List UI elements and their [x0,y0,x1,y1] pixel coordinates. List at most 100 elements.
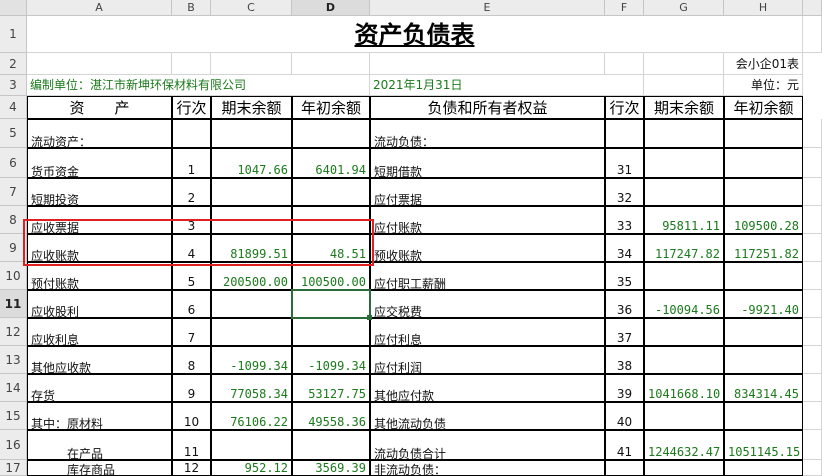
column-header-f[interactable]: F [605,0,644,16]
cell-a16[interactable]: 在产品 [27,430,172,460]
cell-h14[interactable]: 834314.45 [724,374,803,402]
cell-c17[interactable]: 952.12 [211,460,292,476]
column-header-c[interactable]: C [211,0,292,16]
row-header-7[interactable]: 7 [0,178,27,206]
cell-b10[interactable]: 5 [172,262,211,290]
cell-d11[interactable] [292,290,370,318]
empty-cell[interactable] [803,460,822,476]
row-header-1[interactable]: 1 [0,16,27,53]
cell-f15[interactable]: 40 [605,402,644,430]
cell-f6[interactable]: 31 [605,148,644,178]
cell-f11[interactable]: 36 [605,290,644,318]
empty-cell[interactable] [605,53,644,75]
cell-f17[interactable] [605,460,644,476]
empty-cell[interactable] [27,53,172,75]
cell-h16[interactable]: 1051145.15 [724,430,803,460]
cell-f14[interactable]: 39 [605,374,644,402]
cell-c7[interactable] [211,178,292,206]
cell-f5[interactable] [605,119,644,148]
empty-cell[interactable] [803,346,822,374]
cell-c11[interactable] [211,290,292,318]
column-header-g[interactable]: G [644,0,724,16]
cell-b15[interactable]: 10 [172,402,211,430]
cell-c13[interactable]: -1099.34 [211,346,292,374]
cell-a13[interactable]: 其他应收款 [27,346,172,374]
row-header-2[interactable]: 2 [0,53,27,75]
cell-a12[interactable]: 应收利息 [27,318,172,346]
cell-h6[interactable] [724,148,803,178]
cell-g5[interactable] [644,119,724,148]
row-header-12[interactable]: 12 [0,318,27,346]
cell-f7[interactable]: 32 [605,178,644,206]
empty-cell[interactable] [803,430,822,460]
cell-h8[interactable]: 109500.28 [724,206,803,234]
empty-cell[interactable] [803,119,822,148]
cell-h17[interactable] [724,460,803,476]
empty-cell[interactable] [644,53,724,75]
cell-h10[interactable] [724,262,803,290]
cell-b12[interactable]: 7 [172,318,211,346]
cell-a15[interactable]: 其中：原材料 [27,402,172,430]
cell-d12[interactable] [292,318,370,346]
currency-unit[interactable]: 单位：元 [724,75,803,96]
cell-a5[interactable]: 流动资产： [27,119,172,148]
cell-d17[interactable]: 3569.39 [292,460,370,476]
cell-a7[interactable]: 短期投资 [27,178,172,206]
row-header-14[interactable]: 14 [0,374,27,402]
empty-cell[interactable] [370,53,605,75]
reporting-entity[interactable]: 编制单位：湛江市新坤环保材料有限公司 [27,75,370,96]
cell-g14[interactable]: 1041668.10 [644,374,724,402]
empty-cell[interactable] [803,262,822,290]
empty-cell[interactable] [292,53,370,75]
cell-e8[interactable]: 应付账款 [370,206,605,234]
cell-e12[interactable]: 应付利息 [370,318,605,346]
cell-h11[interactable]: -9921.40 [724,290,803,318]
empty-cell[interactable] [172,53,211,75]
cell-a9[interactable]: 应收账款 [27,234,172,262]
cell-g15[interactable] [644,402,724,430]
column-header-e[interactable]: E [370,0,605,16]
cell-h15[interactable] [724,402,803,430]
row-header-11[interactable]: 11 [0,290,27,318]
header-begin-balance2[interactable]: 年初余额 [724,96,803,119]
column-header-a[interactable]: A [27,0,172,16]
cell-d14[interactable]: 53127.75 [292,374,370,402]
cell-g10[interactable] [644,262,724,290]
cell-c10[interactable]: 200500.00 [211,262,292,290]
cell-e9[interactable]: 预收账款 [370,234,605,262]
cell-c5[interactable] [211,119,292,148]
cell-b8[interactable]: 3 [172,206,211,234]
cell-g8[interactable]: 95811.11 [644,206,724,234]
cell-b14[interactable]: 9 [172,374,211,402]
column-header-h[interactable]: H [724,0,803,16]
cell-d10[interactable]: 100500.00 [292,262,370,290]
empty-cell[interactable] [803,290,822,318]
cell-e6[interactable]: 短期借款 [370,148,605,178]
cell-d13[interactable]: -1099.34 [292,346,370,374]
cell-b7[interactable]: 2 [172,178,211,206]
cell-g13[interactable] [644,346,724,374]
cell-c14[interactable]: 77058.34 [211,374,292,402]
cell-c9[interactable]: 81899.51 [211,234,292,262]
cell-b9[interactable]: 4 [172,234,211,262]
cell-g16[interactable]: 1244632.47 [644,430,724,460]
report-date[interactable]: 2021年1月31日 [370,75,644,96]
cell-g17[interactable] [644,460,724,476]
cell-g6[interactable] [644,148,724,178]
empty-cell[interactable] [644,75,724,96]
empty-cell[interactable] [211,53,292,75]
cell-e16[interactable]: 流动负债合计 [370,430,605,460]
cell-h12[interactable] [724,318,803,346]
cell-g11[interactable]: -10094.56 [644,290,724,318]
cell-g9[interactable]: 117247.82 [644,234,724,262]
cell-d15[interactable]: 49558.36 [292,402,370,430]
row-header-15[interactable]: 15 [0,402,27,430]
cell-h5[interactable] [724,119,803,148]
cell-d7[interactable] [292,178,370,206]
header-end-balance[interactable]: 期末余额 [211,96,292,119]
cell-b13[interactable]: 8 [172,346,211,374]
cell-d8[interactable] [292,206,370,234]
column-header-b[interactable]: B [172,0,211,16]
cell-d9[interactable]: 48.51 [292,234,370,262]
cell-c15[interactable]: 76106.22 [211,402,292,430]
